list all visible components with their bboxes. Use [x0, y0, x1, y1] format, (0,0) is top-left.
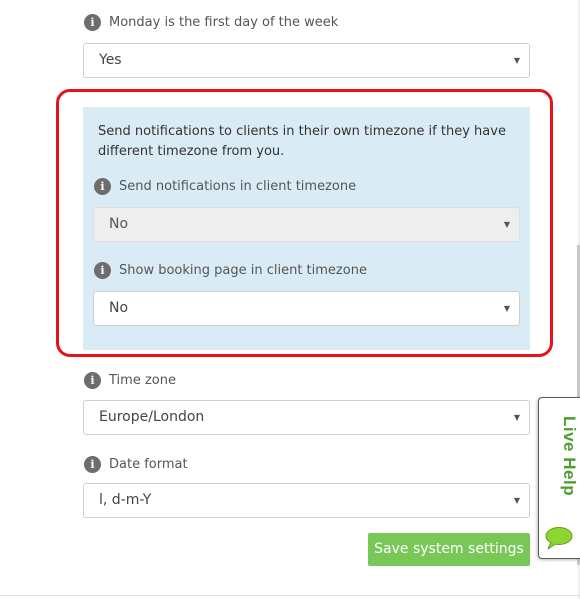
time-zone-label-text: Time zone: [109, 373, 176, 388]
chevron-down-icon: ▼: [513, 496, 520, 505]
monday-first-select[interactable]: Yes ▼: [83, 43, 530, 78]
highlight-outline: [56, 89, 553, 357]
save-system-settings-button[interactable]: Save system settings: [368, 533, 530, 566]
live-help-label: Live Help: [560, 416, 579, 497]
date-format-label-text: Date format: [109, 457, 188, 472]
monday-first-label: i Monday is the first day of the week: [84, 14, 338, 31]
chat-bubble-icon: [545, 527, 573, 550]
date-format-label: i Date format: [84, 456, 188, 473]
date-format-select[interactable]: l, d-m-Y ▼: [83, 483, 530, 518]
info-icon[interactable]: i: [84, 14, 101, 31]
time-zone-select[interactable]: Europe/London ▼: [83, 400, 530, 435]
date-format-value: l, d-m-Y: [99, 492, 152, 508]
chevron-down-icon: ▼: [513, 413, 520, 422]
monday-first-label-text: Monday is the first day of the week: [109, 15, 339, 30]
info-icon[interactable]: i: [84, 372, 101, 389]
time-zone-label: i Time zone: [84, 372, 176, 389]
time-zone-value: Europe/London: [99, 409, 205, 425]
info-icon[interactable]: i: [84, 456, 101, 473]
divider: [0, 595, 580, 596]
monday-first-value: Yes: [99, 52, 122, 68]
live-help-tab[interactable]: Live Help: [538, 397, 580, 559]
chevron-down-icon: ▼: [513, 56, 520, 65]
